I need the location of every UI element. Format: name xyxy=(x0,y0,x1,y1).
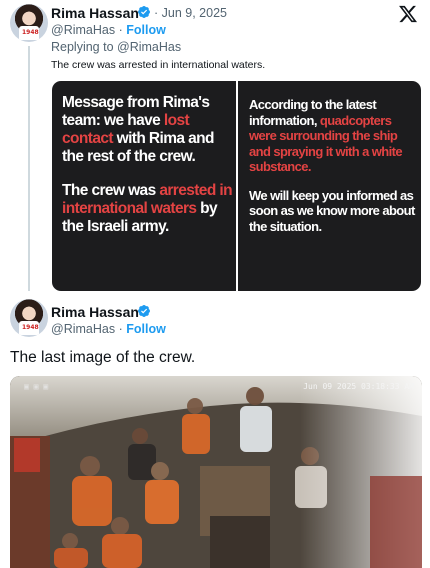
meta-dot: · xyxy=(118,23,123,37)
avatar[interactable]: 1948 xyxy=(10,4,48,42)
follow-button[interactable]: Follow xyxy=(126,322,166,336)
handle-row: @RimaHas · Follow xyxy=(51,23,166,37)
text-run: We will keep you informed as soon as we … xyxy=(249,187,415,234)
text-run: The crew was xyxy=(62,182,160,199)
avatar-bib-text: 1948 xyxy=(22,324,39,331)
statement-image[interactable]: Message from Rima's team: we have lost c… xyxy=(52,81,421,291)
statement-left-p2: The crew was arrested in international w… xyxy=(62,182,233,236)
author-name[interactable]: Rima Hassan xyxy=(51,5,139,21)
verified-badge-icon xyxy=(138,6,150,18)
author-handle[interactable]: @RimaHas xyxy=(51,322,115,336)
statement-right-p2: We will keep you informed as soon as we … xyxy=(249,188,417,235)
date-text: Jun 9, 2025 xyxy=(161,6,227,20)
crew-photo[interactable]: ▣ ▣ ▣ Jun 09 2025 03:18:33 AM xyxy=(10,376,422,568)
crew-photo-illustration xyxy=(10,376,422,568)
meta-dot: · xyxy=(118,322,123,336)
handle-row: @RimaHas · Follow xyxy=(51,322,166,336)
statement-right-p1: According to the latest information, qua… xyxy=(249,97,417,175)
thread-connector-line xyxy=(28,46,30,291)
tweet-text: The last image of the crew. xyxy=(10,349,196,366)
x-logo-icon[interactable] xyxy=(398,4,418,24)
statement-left-p1: Message from Rima's team: we have lost c… xyxy=(62,94,232,166)
tweet-text: The crew was arrested in international w… xyxy=(51,59,266,71)
replying-to[interactable]: Replying to @RimaHas xyxy=(51,40,181,54)
avatar[interactable]: 1948 xyxy=(10,299,48,337)
tweet-date[interactable]: · Jun 9, 2025 xyxy=(154,6,227,20)
meta-dot: · xyxy=(154,6,159,20)
author-handle[interactable]: @RimaHas xyxy=(51,23,115,37)
column-divider xyxy=(236,81,238,291)
follow-button[interactable]: Follow xyxy=(126,23,166,37)
author-name[interactable]: Rima Hassan xyxy=(51,304,139,320)
statement-left-column: Message from Rima's team: we have lost c… xyxy=(62,94,233,252)
avatar-bib-text: 1948 xyxy=(22,29,39,36)
camera-timestamp: Jun 09 2025 03:18:33 AM xyxy=(303,382,414,391)
verified-badge-icon xyxy=(138,305,150,317)
camera-watermark-icon: ▣ ▣ ▣ xyxy=(24,382,49,391)
statement-right-column: According to the latest information, qua… xyxy=(249,97,417,247)
